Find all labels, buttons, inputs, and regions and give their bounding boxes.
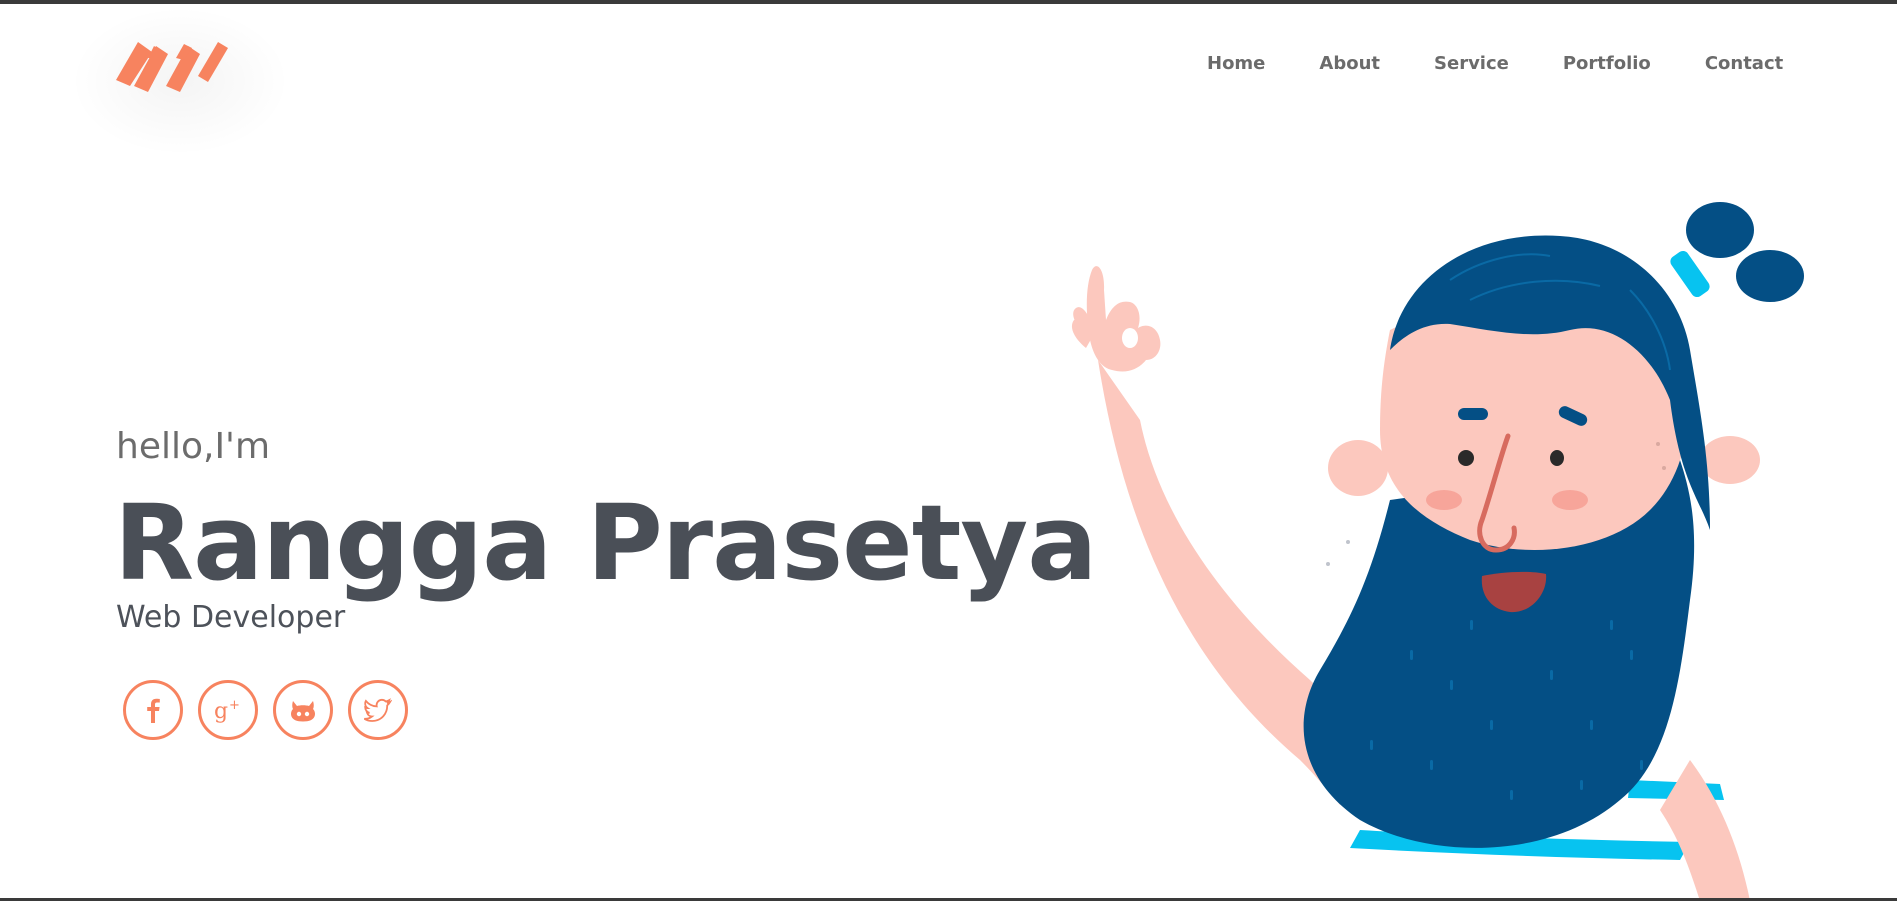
google-plus-icon: g +: [214, 698, 240, 724]
nav-item-portfolio[interactable]: Portfolio: [1563, 50, 1651, 78]
hero-name: Rangga Prasetya: [114, 482, 1097, 604]
window-top-border: [0, 0, 1897, 4]
svg-text:g: g: [214, 699, 228, 724]
bearded-man-illustration: [1071, 202, 1804, 901]
nav-item-about[interactable]: About: [1319, 50, 1380, 78]
github-icon: [291, 701, 315, 722]
hero-greeting: hello,I'm: [116, 426, 271, 467]
social-links: g +: [123, 680, 423, 740]
logo-icon[interactable]: [116, 36, 228, 94]
twitter-button[interactable]: [348, 680, 408, 740]
hero-role: Web Developer: [116, 600, 346, 635]
github-button[interactable]: [273, 680, 333, 740]
facebook-icon: [147, 698, 160, 723]
main-nav: Home About Service Portfolio Contact: [1207, 50, 1783, 78]
nav-item-home[interactable]: Home: [1207, 50, 1265, 78]
google-plus-button[interactable]: g +: [198, 680, 258, 740]
svg-text:+: +: [229, 698, 240, 713]
nav-item-service[interactable]: Service: [1434, 50, 1509, 78]
facebook-button[interactable]: [123, 680, 183, 740]
nav-item-contact[interactable]: Contact: [1705, 50, 1783, 78]
twitter-icon: [364, 698, 392, 722]
